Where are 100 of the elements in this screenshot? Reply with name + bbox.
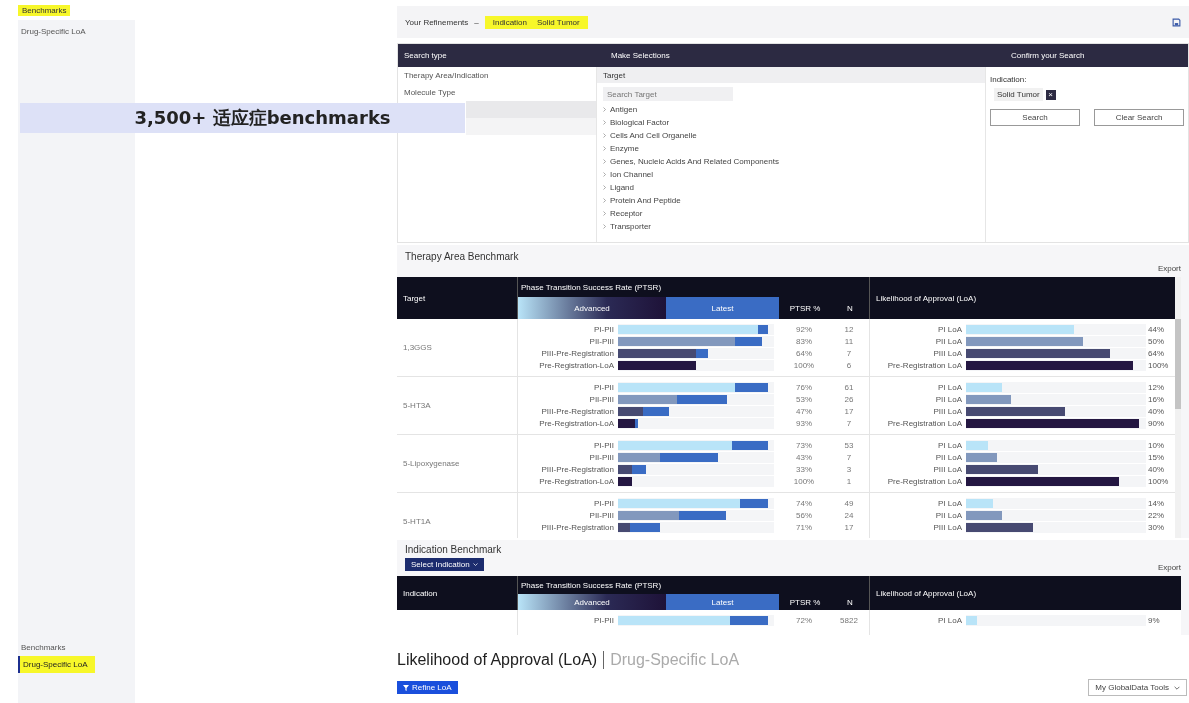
ptsr-value: 53%: [795, 394, 813, 404]
export-link[interactable]: Export: [1157, 563, 1181, 572]
loa-value: 100%: [1148, 360, 1169, 370]
loa-value: 64%: [1148, 348, 1164, 358]
phase-label: PII-PIII: [588, 510, 615, 520]
category-item[interactable]: Antigen: [596, 103, 638, 116]
scrollbar[interactable]: [1175, 277, 1181, 538]
loa-label: PII LoA: [934, 336, 963, 346]
list-row[interactable]: [466, 101, 596, 118]
chevron-right-icon: [602, 120, 606, 125]
refine-button[interactable]: Refine LoA: [397, 681, 458, 694]
advanced-legend: Advanced: [518, 297, 666, 319]
category-item[interactable]: Enzyme: [596, 142, 639, 155]
phase-label: PII-PIII: [588, 336, 615, 346]
category-item[interactable]: Transporter: [596, 220, 651, 233]
sidebar-item[interactable]: Drug-Specific LoA: [18, 24, 135, 39]
clear-button[interactable]: Clear Search: [1094, 109, 1184, 126]
column-header: N: [846, 302, 854, 315]
refinements-label: Your Refinements: [405, 17, 469, 27]
count-value: 49: [843, 498, 855, 508]
count-value: 6: [845, 360, 853, 370]
callout-banner: 3,500+ 适应症benchmarks: [20, 103, 465, 133]
column-header: PTSR %: [788, 596, 822, 609]
search-type-item[interactable]: Molecule Type: [398, 84, 596, 101]
chevron-right-icon: [602, 185, 606, 190]
search-button[interactable]: Search: [990, 109, 1080, 126]
loa-value: 90%: [1148, 418, 1164, 428]
loa-label: PIII LoA: [932, 522, 963, 532]
loa-value: 40%: [1148, 406, 1164, 416]
phase-label: PI-PII: [593, 615, 615, 625]
page-subtitle: Drug-Specific LoA: [610, 651, 740, 669]
loa-label: PI LoA: [937, 324, 963, 334]
phase-label: Pre-Registration-LoA: [538, 418, 615, 428]
category-item[interactable]: Genes, Nucleic Acids And Related Components: [596, 155, 779, 168]
loa-label: PI LoA: [937, 615, 963, 625]
category-item[interactable]: Cells And Cell Organelle: [596, 129, 697, 142]
ptsr-value: 43%: [795, 452, 813, 462]
loa-label: PII LoA: [934, 452, 963, 462]
category-item[interactable]: Ion Channel: [596, 168, 654, 181]
list-row[interactable]: [466, 118, 596, 135]
column-header: Likelihood of Approval (LoA): [869, 576, 1181, 610]
loa-value: 14%: [1148, 498, 1164, 508]
remove-button[interactable]: ×: [1045, 89, 1056, 100]
ptsr-value: 100%: [792, 476, 816, 486]
export-link[interactable]: Export: [1157, 264, 1181, 273]
select-indication-button[interactable]: Select Indication: [405, 558, 484, 571]
phase-label: PIII-Pre-Registration: [540, 464, 615, 474]
ptsr-value: 76%: [795, 382, 813, 392]
phase-label: PIII-Pre-Registration: [540, 406, 615, 416]
column-header: Confirm your Search: [1010, 50, 1086, 62]
loa-value: 30%: [1148, 522, 1164, 532]
loa-label: PI LoA: [937, 498, 963, 508]
ptsr-value: 47%: [795, 406, 813, 416]
count-value: 53: [843, 440, 855, 450]
search-field[interactable]: Search Target: [602, 87, 733, 101]
sidebar-item[interactable]: Benchmarks: [18, 639, 135, 656]
refinement-chip[interactable]: Indication Solid Tumor: [484, 15, 588, 29]
loa-label: Pre-Registration LoA: [886, 360, 963, 370]
phase-label: PI-PII: [593, 440, 615, 450]
category-item[interactable]: Ligand: [596, 181, 634, 194]
filter-icon: [403, 684, 409, 691]
loa-label: PII LoA: [934, 510, 963, 520]
chevron-down-icon: [1174, 685, 1180, 690]
column-header: N: [846, 596, 854, 609]
section-title: Indication Benchmark: [405, 544, 502, 555]
category-item[interactable]: Receptor: [596, 207, 643, 220]
column-header: Make Selections: [610, 50, 671, 62]
chevron-down-icon: [472, 563, 478, 566]
page-title: Likelihood of Approval (LoA): [397, 651, 605, 669]
ptsr-value: 73%: [795, 440, 813, 450]
save-icon[interactable]: [1172, 17, 1181, 27]
loa-label: PII LoA: [934, 394, 963, 404]
loa-value: 9%: [1148, 615, 1160, 625]
loa-value: 44%: [1148, 324, 1164, 334]
count-value: 17: [843, 522, 855, 532]
column-header: Phase Transition Success Rate (PTSR): [520, 281, 663, 294]
category-item[interactable]: Biological Factor: [596, 116, 670, 129]
phase-label: PI-PII: [593, 382, 615, 392]
count-value: 5822: [839, 615, 859, 625]
loa-label: PIII LoA: [932, 348, 963, 358]
loa-value: 16%: [1148, 394, 1164, 404]
ptsr-value: 93%: [795, 418, 813, 428]
count-value: 7: [845, 348, 853, 358]
search-type-item[interactable]: Therapy Area/Indication: [398, 67, 596, 84]
loa-value: 10%: [1148, 440, 1164, 450]
count-value: 1: [845, 476, 853, 486]
sidebar-item[interactable]: Drug-Specific LoA: [18, 656, 96, 673]
category-item[interactable]: Protein And Peptide: [596, 194, 681, 207]
row-label: 5-HT1A: [403, 517, 431, 526]
column-header: Search type: [403, 50, 448, 62]
loa-value: 100%: [1148, 476, 1169, 486]
latest-legend: Latest: [666, 594, 779, 610]
phase-label: PI-PII: [593, 498, 615, 508]
ptsr-value: 33%: [795, 464, 813, 474]
column-header: Indication: [402, 587, 439, 600]
tools-dropdown[interactable]: My GlobalData Tools: [1088, 679, 1187, 696]
count-value: 24: [843, 510, 855, 520]
ptsr-value: 74%: [795, 498, 813, 508]
phase-label: PII-PIII: [588, 394, 615, 404]
ptsr-value: 64%: [795, 348, 813, 358]
